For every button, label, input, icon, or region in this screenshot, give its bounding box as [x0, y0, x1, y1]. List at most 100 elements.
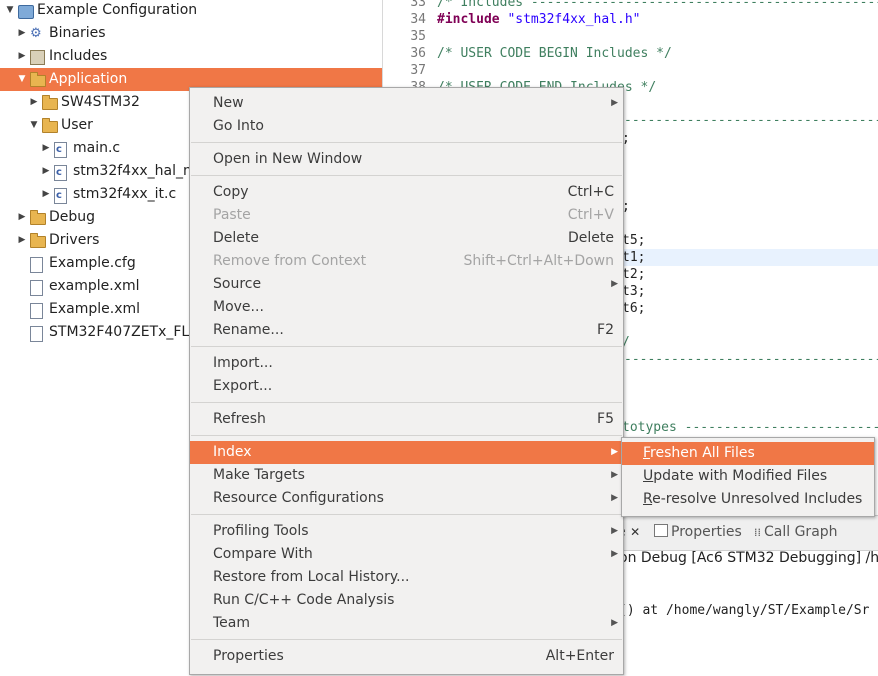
- menu-item-label: Import...: [213, 355, 273, 371]
- collapse-arrow-icon[interactable]: ▼: [16, 68, 28, 91]
- menu-item-go-into[interactable]: Go Into: [190, 115, 623, 138]
- submenu-arrow-icon: ▶: [611, 447, 618, 457]
- menu-item-compare-with[interactable]: Compare With ▶: [190, 543, 623, 566]
- collapse-arrow-icon[interactable]: ▼: [4, 0, 16, 22]
- tree-item[interactable]: ▶ Includes: [0, 45, 382, 68]
- debug-session-line: on Debug [Ac6 STM32 Debugging] /hom: [619, 550, 878, 566]
- menu-item-label: Properties: [213, 648, 284, 664]
- menu-item-shortcut: Delete: [568, 230, 614, 246]
- menu-separator: [191, 514, 622, 515]
- folder-icon: [42, 95, 58, 110]
- expand-arrow-icon[interactable]: ▶: [40, 137, 52, 160]
- menu-item-shortcut: F2: [597, 322, 614, 338]
- menu-item-properties[interactable]: Properties Alt+Enter: [190, 645, 623, 668]
- expand-arrow-icon[interactable]: ▶: [16, 229, 28, 252]
- c-file-icon: [54, 161, 67, 184]
- expand-arrow-icon[interactable]: ▶: [40, 160, 52, 183]
- submenu-item-re-resolve-unresolved-includes[interactable]: Re-resolve Unresolved Includes: [622, 488, 874, 511]
- menu-item-restore-from-local-history[interactable]: Restore from Local History...: [190, 566, 623, 589]
- tree-item[interactable]: ▼ Example Configuration: [0, 0, 382, 22]
- menu-item-move[interactable]: Move...: [190, 296, 623, 319]
- expand-arrow-icon[interactable]: ▶: [16, 45, 28, 68]
- menu-item-label: Go Into: [213, 118, 264, 134]
- menu-item-label: Export...: [213, 378, 273, 394]
- menu-item-label: New: [213, 95, 244, 111]
- tab-call-graph[interactable]: ⁞⁞ Call Graph: [754, 524, 838, 540]
- menu-item-label: Index: [213, 444, 252, 460]
- tree-item-label: STM32F407ZETx_FLA: [49, 324, 200, 340]
- menu-item-label: Move...: [213, 299, 264, 315]
- menu-item-index[interactable]: Index ▶: [190, 441, 623, 464]
- menu-item-copy[interactable]: Copy Ctrl+C: [190, 181, 623, 204]
- submenu-item-label: Freshen All Files: [643, 445, 755, 461]
- line-number: 36: [410, 46, 426, 61]
- menu-item-label: Source: [213, 276, 262, 292]
- menu-item-team[interactable]: Team ▶: [190, 612, 623, 635]
- menu-item-import[interactable]: Import...: [190, 352, 623, 375]
- menu-item-make-targets[interactable]: Make Targets ▶: [190, 464, 623, 487]
- submenu-arrow-icon: ▶: [611, 470, 618, 480]
- tab-properties[interactable]: Properties: [654, 524, 742, 540]
- tree-item-label: main.c: [73, 140, 121, 156]
- tree-item-label: Includes: [49, 48, 108, 64]
- tree-item-label: Application: [49, 71, 128, 87]
- file-icon: [30, 326, 43, 342]
- line-number: 34: [410, 12, 426, 27]
- tree-item-label: Example Configuration: [37, 2, 198, 18]
- call-graph-icon: ⁞⁞: [754, 526, 761, 539]
- submenu-arrow-icon: ▶: [611, 549, 618, 559]
- folder-icon: [30, 233, 46, 248]
- submenu-item-update-with-modified-files[interactable]: Update with Modified Files: [622, 465, 874, 488]
- expand-arrow-icon[interactable]: ▶: [16, 22, 28, 45]
- menu-item-rename[interactable]: Rename... F2: [190, 319, 623, 342]
- tree-item[interactable]: ▶ ⚙ Binaries: [0, 22, 382, 45]
- menu-item-source[interactable]: Source ▶: [190, 273, 623, 296]
- menu-separator: [191, 639, 622, 640]
- tree-item-label: Binaries: [49, 25, 106, 41]
- line-number: 35: [410, 29, 426, 44]
- code-fragment: t6;: [622, 301, 646, 316]
- menu-item-run-c-c-code-analysis[interactable]: Run C/C++ Code Analysis: [190, 589, 623, 612]
- folder-icon: [30, 210, 46, 225]
- file-icon: [30, 280, 43, 296]
- menu-item-paste: Paste Ctrl+V: [190, 204, 623, 227]
- menu-item-label: Run C/C++ Code Analysis: [213, 592, 395, 608]
- submenu-arrow-icon: ▶: [611, 493, 618, 503]
- submenu-arrow-icon: ▶: [611, 279, 618, 289]
- binaries-icon: ⚙: [30, 26, 42, 41]
- expand-arrow-icon[interactable]: ▶: [40, 183, 52, 206]
- menu-item-label: Copy: [213, 184, 249, 200]
- menu-item-label: Compare With: [213, 546, 313, 562]
- menu-item-delete[interactable]: Delete Delete: [190, 227, 623, 250]
- menu-item-label: Team: [213, 615, 251, 631]
- menu-item-resource-configurations[interactable]: Resource Configurations ▶: [190, 487, 623, 510]
- collapse-arrow-icon[interactable]: ▼: [28, 114, 40, 137]
- menu-item-label: Rename...: [213, 322, 284, 338]
- menu-item-label: Make Targets: [213, 467, 305, 483]
- includes-icon: [30, 50, 45, 65]
- code-fragment: t2;: [622, 267, 646, 282]
- expand-arrow-icon[interactable]: ▶: [28, 91, 40, 114]
- menu-separator: [191, 142, 622, 143]
- code-line: /* USER CODE BEGIN Includes */: [437, 46, 672, 61]
- properties-icon: [654, 524, 668, 537]
- menu-item-export[interactable]: Export...: [190, 375, 623, 398]
- menu-item-profiling-tools[interactable]: Profiling Tools ▶: [190, 520, 623, 543]
- menu-item-refresh[interactable]: Refresh F5: [190, 408, 623, 431]
- menu-item-shortcut: Shift+Ctrl+Alt+Down: [463, 253, 614, 269]
- menu-item-shortcut: F5: [597, 411, 614, 427]
- submenu-item-freshen-all-files[interactable]: Freshen All Files: [622, 442, 874, 465]
- menu-item-new[interactable]: New ▶: [190, 92, 623, 115]
- expand-arrow-icon[interactable]: ▶: [16, 206, 28, 229]
- index-submenu: Freshen All Files Update with Modified Fi…: [621, 437, 875, 517]
- code-fragment: ----------------------------------------…: [624, 352, 878, 367]
- menu-item-open-in-new-window[interactable]: Open in New Window: [190, 148, 623, 171]
- menu-item-label: Refresh: [213, 411, 266, 427]
- folder-open-icon: [30, 72, 46, 87]
- project-icon: [18, 5, 34, 19]
- close-icon[interactable]: ✕: [630, 525, 640, 539]
- menu-separator: [191, 402, 622, 403]
- context-menu: New ▶ Go Into Open in New Window Copy Ctrl+C P…: [189, 87, 624, 675]
- menu-item-label: Paste: [213, 207, 251, 223]
- code-fragment: ----------------------------------------…: [624, 113, 878, 128]
